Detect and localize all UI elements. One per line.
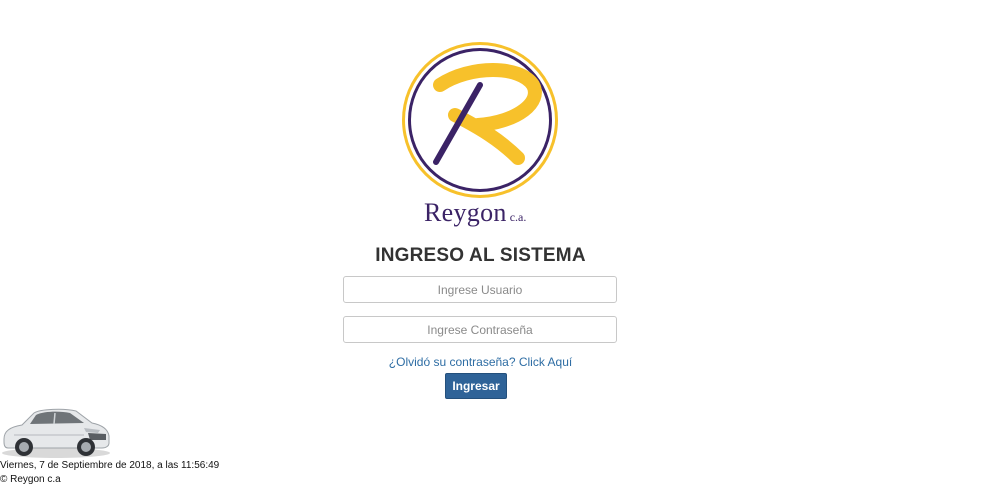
car-image [0, 403, 112, 459]
username-input[interactable] [343, 276, 617, 303]
footer-datetime: Viernes, 7 de Septiembre de 2018, a las … [0, 460, 220, 471]
forgot-password-link[interactable]: ¿Olvidó su contraseña? Click Aquí [0, 355, 961, 369]
reygon-logo-icon [400, 40, 560, 200]
brand-name-text: Reygon [424, 198, 507, 227]
page-title: INGRESO AL SISTEMA [375, 245, 586, 266]
brand-name: Reygon c.a. [424, 198, 584, 232]
login-button[interactable]: Ingresar [445, 373, 507, 399]
brand-suffix-text: c.a. [509, 210, 527, 224]
password-input[interactable] [343, 316, 617, 343]
footer-copyright: © Reygon c.a [0, 474, 61, 485]
